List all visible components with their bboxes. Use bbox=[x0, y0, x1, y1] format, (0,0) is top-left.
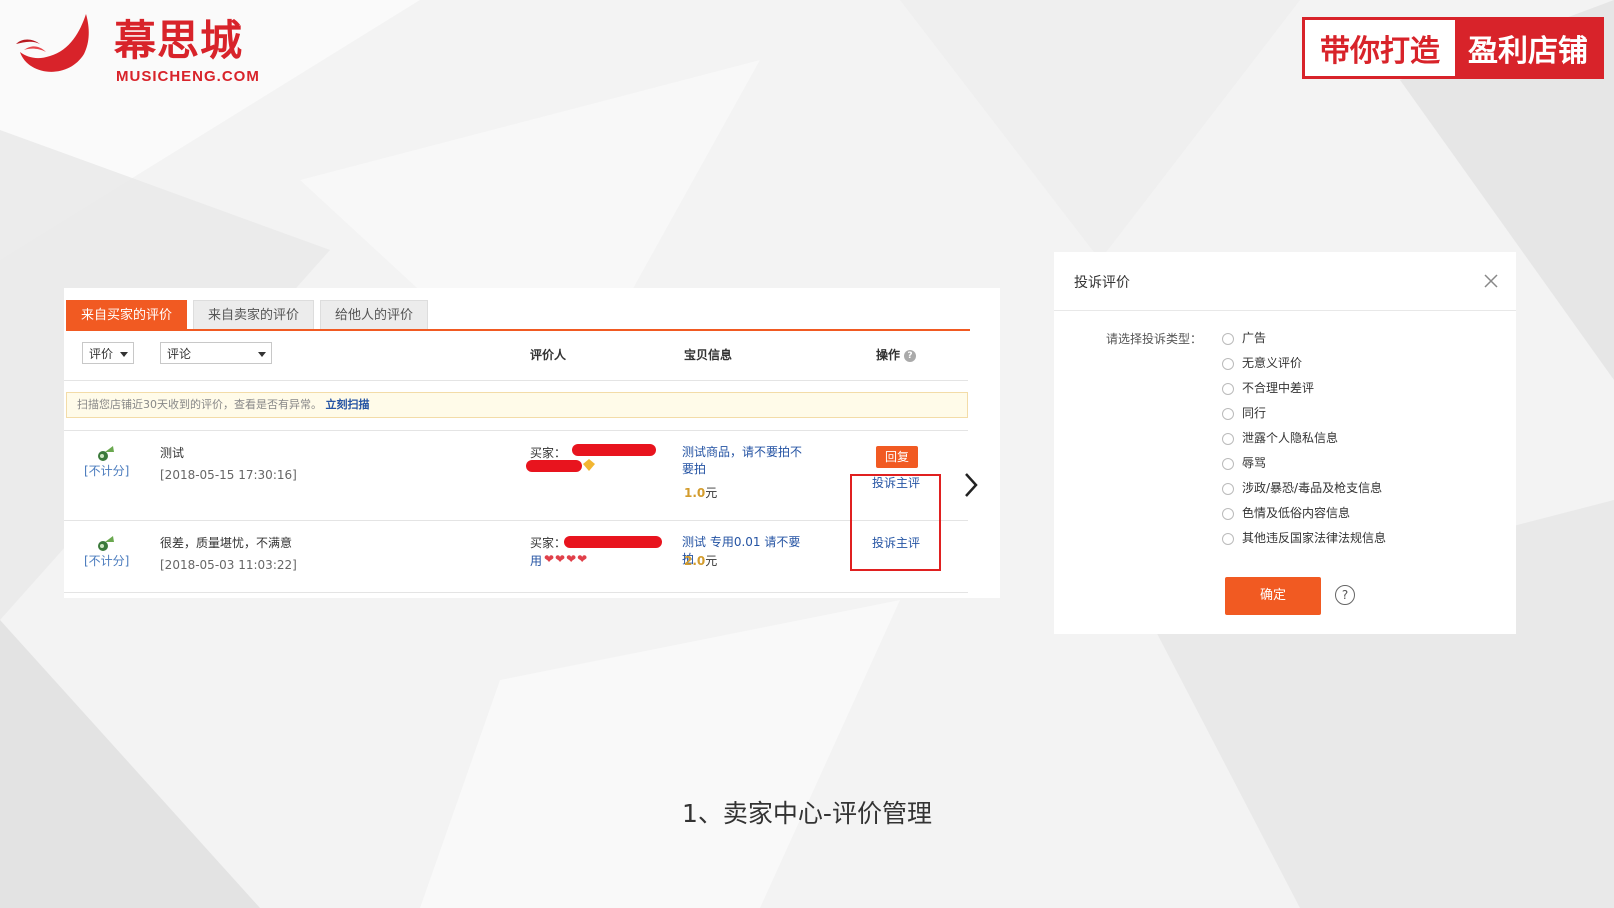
option-obscene-content[interactable]: 色情及低俗内容信息 bbox=[1222, 505, 1350, 521]
option-abuse[interactable]: 辱骂 bbox=[1222, 455, 1266, 471]
close-icon[interactable] bbox=[1482, 272, 1500, 290]
tab-from-sellers[interactable]: 来自卖家的评价 bbox=[193, 300, 315, 330]
tab-to-others[interactable]: 给他人的评价 bbox=[320, 300, 429, 330]
chevron-right-icon bbox=[965, 473, 978, 497]
option-label: 广告 bbox=[1242, 331, 1267, 345]
question-help-icon[interactable]: ? bbox=[1335, 585, 1355, 605]
highlight-annotation-box bbox=[850, 474, 941, 571]
scan-notice-text: 扫描您店铺近30天收到的评价，查看是否有异常。 bbox=[77, 398, 322, 411]
item-title-link[interactable]: 测试商品，请不要拍不要拍 bbox=[682, 444, 812, 478]
option-label: 涉政/暴恐/毒品及枪支信息 bbox=[1242, 481, 1383, 495]
option-label: 辱骂 bbox=[1242, 456, 1267, 470]
neutral-rating-icon bbox=[98, 536, 114, 551]
column-item-info: 宝贝信息 bbox=[684, 348, 733, 362]
option-label: 同行 bbox=[1242, 406, 1267, 420]
tab-from-buyers[interactable]: 来自买家的评价 bbox=[66, 300, 188, 330]
rating-select[interactable]: 评价 bbox=[82, 342, 134, 364]
no-score-label: [不计分] bbox=[84, 554, 130, 568]
column-action: 操作? bbox=[876, 346, 917, 363]
radio-button[interactable] bbox=[1222, 432, 1234, 445]
brand-logo: 幕思城 MUSICHENG.COM bbox=[10, 10, 270, 85]
divider bbox=[64, 592, 968, 593]
review-panel: 来自买家的评价 来自卖家的评价 给他人的评价 评价 评论 评价人 宝贝信息 操作… bbox=[64, 288, 1000, 598]
slide-caption: 1、卖家中心-评价管理 bbox=[682, 799, 932, 828]
review-row: [不计分] 很差，质量堪忧，不满意 [2018-05-03 11:03:22] … bbox=[64, 522, 968, 608]
column-reviewer: 评价人 bbox=[530, 348, 567, 362]
review-text: 很差，质量堪忧，不满意 bbox=[160, 536, 293, 550]
review-date: [2018-05-03 11:03:22] bbox=[160, 558, 297, 572]
radio-button[interactable] bbox=[1222, 357, 1234, 370]
radio-button[interactable] bbox=[1222, 457, 1234, 470]
radio-button[interactable] bbox=[1222, 482, 1234, 495]
dialog-divider bbox=[1054, 310, 1516, 311]
complaint-dialog: 投诉评价 请选择投诉类型： 广告 无意义评价 不合理中差评 同行 泄露个人隐私信… bbox=[1054, 252, 1516, 634]
item-price: 1.0元 bbox=[684, 484, 717, 501]
confirm-button[interactable]: 确定 bbox=[1225, 577, 1321, 615]
option-label: 其他违反国家法律法规信息 bbox=[1242, 531, 1387, 545]
tab-underline bbox=[66, 329, 970, 331]
radio-button[interactable] bbox=[1222, 332, 1234, 345]
buyer-label: 买家： bbox=[530, 446, 567, 460]
radio-button[interactable] bbox=[1222, 407, 1234, 420]
slogan-right: 盈利店铺 bbox=[1455, 20, 1601, 76]
review-tabs: 来自买家的评价 来自卖家的评价 给他人的评价 bbox=[66, 300, 429, 330]
chevron-down-icon bbox=[258, 352, 266, 357]
filter-header-row: 评价 评论 评价人 宝贝信息 操作? bbox=[64, 342, 974, 372]
option-label: 不合理中差评 bbox=[1242, 381, 1315, 395]
rating-select-value: 评价 bbox=[89, 347, 114, 361]
option-label: 色情及低俗内容信息 bbox=[1242, 506, 1351, 520]
review-text: 测试 bbox=[160, 446, 185, 460]
chevron-down-icon bbox=[120, 352, 128, 357]
divider bbox=[64, 520, 968, 521]
review-date: [2018-05-15 17:30:16] bbox=[160, 468, 297, 482]
comment-select[interactable]: 评论 bbox=[160, 342, 272, 364]
scan-notice: 扫描您店铺近30天收到的评价，查看是否有异常。 立刻扫描 bbox=[66, 392, 968, 418]
brand-name-en: MUSICHENG.COM bbox=[116, 68, 260, 85]
slogan-left: 带你打造 bbox=[1305, 20, 1455, 76]
radio-button[interactable] bbox=[1222, 507, 1234, 520]
option-meaningless[interactable]: 无意义评价 bbox=[1222, 355, 1302, 371]
divider bbox=[64, 380, 968, 381]
radio-button[interactable] bbox=[1222, 382, 1234, 395]
radio-button[interactable] bbox=[1222, 532, 1234, 545]
option-unreasonable-negative[interactable]: 不合理中差评 bbox=[1222, 380, 1314, 396]
option-other-illegal[interactable]: 其他违反国家法律法规信息 bbox=[1222, 530, 1386, 546]
heart-level-icon: ❤❤❤❤ bbox=[544, 552, 589, 566]
neutral-rating-icon bbox=[98, 446, 114, 461]
option-privacy-leak[interactable]: 泄露个人隐私信息 bbox=[1222, 430, 1338, 446]
buyer-suffix: 用 bbox=[530, 554, 543, 568]
option-label: 无意义评价 bbox=[1242, 356, 1303, 370]
option-ad[interactable]: 广告 bbox=[1222, 330, 1266, 346]
phoenix-logo-icon bbox=[16, 14, 89, 72]
diamond-level-icon bbox=[583, 459, 595, 471]
brand-name-cn: 幕思城 bbox=[114, 16, 244, 65]
no-score-label: [不计分] bbox=[84, 464, 130, 478]
price-value: 2.0 bbox=[684, 554, 706, 568]
redacted-buyer-name bbox=[564, 536, 662, 548]
column-action-label: 操作 bbox=[876, 348, 901, 362]
option-label: 泄露个人隐私信息 bbox=[1242, 431, 1339, 445]
price-unit: 元 bbox=[705, 554, 718, 568]
complaint-type-label: 请选择投诉类型： bbox=[1106, 332, 1203, 346]
slogan-banner: 带你打造 盈利店铺 bbox=[1302, 17, 1604, 79]
redacted-buyer-name bbox=[526, 460, 582, 472]
scan-now-link[interactable]: 立刻扫描 bbox=[326, 398, 370, 411]
dialog-title: 投诉评价 bbox=[1074, 275, 1130, 291]
buyer-label: 买家： bbox=[530, 536, 567, 550]
redacted-buyer-name bbox=[572, 444, 656, 456]
price-value: 1.0 bbox=[684, 486, 706, 500]
review-row: [不计分] 测试 [2018-05-15 17:30:16] 买家： 测试商品，… bbox=[64, 432, 968, 518]
price-unit: 元 bbox=[705, 486, 718, 500]
divider bbox=[64, 430, 968, 431]
help-icon[interactable]: ? bbox=[904, 349, 917, 362]
comment-select-value: 评论 bbox=[167, 347, 192, 361]
item-price: 2.0元 bbox=[684, 552, 717, 569]
reply-button[interactable]: 回复 bbox=[876, 446, 918, 468]
option-competitor[interactable]: 同行 bbox=[1222, 405, 1266, 421]
option-illegal-content[interactable]: 涉政/暴恐/毒品及枪支信息 bbox=[1222, 480, 1382, 496]
